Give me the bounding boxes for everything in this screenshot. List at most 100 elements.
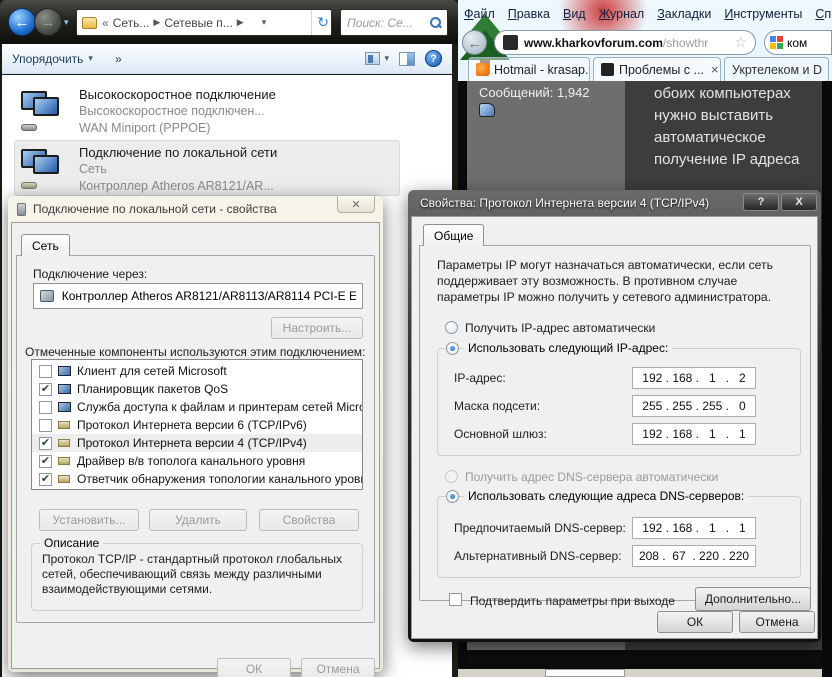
adapter-name: Контроллер Atheros AR8121/AR8113/AR8114 …	[61, 289, 356, 303]
explorer-address-bar[interactable]: « Сеть... ▶ Сетевые п... ▶ ▾ ↻	[76, 9, 332, 36]
component-row[interactable]: ✔ Планировщик пакетов QoS	[32, 380, 362, 398]
breadcrumb-network[interactable]: Сеть...	[113, 16, 150, 30]
tab-ukrtelecom[interactable]: Укртелеком и D	[724, 57, 829, 81]
protocol-icon	[58, 439, 70, 447]
history-dropdown-icon[interactable]: ▾	[64, 17, 69, 28]
component-row[interactable]: ✔ Ответчик обнаружения топологии канальн…	[32, 470, 362, 488]
tab-panel: Параметры IP могут назначаться автоматич…	[419, 245, 811, 611]
advanced-button[interactable]: Дополнительно...	[695, 587, 811, 611]
component-row[interactable]: Протокол Интернета версии 6 (TCP/IPv6)	[32, 416, 362, 434]
dns1-input[interactable]: 192 . 168 . 1 . 1	[632, 517, 756, 539]
checkbox[interactable]: ✔	[39, 436, 52, 450]
breadcrumb-connections[interactable]: Сетевые п...	[164, 16, 232, 30]
modem-icon	[21, 124, 37, 131]
components-list[interactable]: Клиент для сетей Microsoft ✔ Планировщик…	[31, 359, 363, 490]
radio-auto-dns-label[interactable]: Получить адрес DNS-сервера автоматически	[465, 470, 718, 484]
tab-hotmail[interactable]: Hotmail - krasap...	[468, 57, 590, 81]
protocol-icon	[58, 421, 70, 429]
browser-search-box[interactable]: ком	[764, 30, 832, 55]
connection-device: WAN Miniport (PPPOE)	[79, 121, 211, 135]
close-button[interactable]: ✕	[337, 196, 375, 213]
forum-post-text: обоих компьютерах нужно выставить автома…	[654, 85, 800, 168]
component-row[interactable]: Клиент для сетей Microsoft	[32, 362, 362, 380]
mask-input[interactable]: 255 . 255 . 255 . 0	[632, 395, 756, 417]
menu-view[interactable]: Вид	[563, 7, 586, 27]
radio-auto-dns[interactable]	[445, 470, 458, 483]
browser-url-bar[interactable]: www.kharkovforum.com /showthr ☆	[494, 30, 756, 55]
static-ip-group: Использовать следующий IP-адрес: IP-адре…	[437, 341, 801, 456]
uninstall-button[interactable]: Удалить	[149, 509, 247, 531]
radio-auto-ip-label[interactable]: Получить IP-адрес автоматически	[465, 321, 655, 335]
explorer-back-button[interactable]: ←	[8, 8, 36, 36]
checkbox[interactable]: ✔	[39, 382, 52, 396]
connection-title: Высокоскоростное подключение	[79, 87, 276, 102]
protocol-icon	[58, 457, 70, 465]
messages-count: Сообщений: 1,942	[479, 85, 590, 100]
component-row[interactable]: Служба доступа к файлам и принтерам сете…	[32, 398, 362, 416]
validate-checkbox-label[interactable]: Подтвердить параметры при выходе	[470, 594, 675, 608]
gateway-input[interactable]: 192 . 168 . 1 . 1	[632, 423, 756, 445]
help-button[interactable]: ?	[743, 193, 779, 211]
page-bottom-input[interactable]	[545, 669, 625, 677]
ok-button[interactable]: ОК	[217, 658, 291, 677]
bookmark-star-icon[interactable]: ☆	[734, 34, 747, 51]
dns2-input[interactable]: 208 . 67 . 220 . 220	[632, 545, 756, 567]
address-dropdown-icon[interactable]: ▾	[262, 17, 267, 28]
client-icon	[58, 366, 71, 376]
tab-network[interactable]: Сеть	[21, 234, 70, 256]
cancel-button[interactable]: Отмена	[739, 611, 815, 633]
install-button[interactable]: Установить...	[39, 509, 139, 531]
radio-auto-ip[interactable]	[445, 321, 458, 334]
menu-tools[interactable]: Инструменты	[724, 7, 802, 27]
dns2-label: Альтернативный DNS-сервер:	[454, 549, 622, 563]
ok-button[interactable]: ОК	[657, 611, 733, 633]
menu-help[interactable]: Справ	[815, 7, 832, 27]
description-text: Протокол TCP/IP - стандартный протокол г…	[42, 552, 342, 596]
checkbox[interactable]	[39, 400, 52, 414]
properties-button[interactable]: Свойства	[259, 509, 359, 531]
breadcrumb-arrow-icon[interactable]: ▶	[237, 17, 244, 28]
explorer-search-input[interactable]: Поиск: Се...	[340, 9, 448, 36]
menu-bookmarks[interactable]: Закладки	[657, 7, 711, 27]
gateway-label: Основной шлюз:	[454, 427, 547, 441]
close-button[interactable]: X	[781, 193, 817, 211]
preview-pane-button[interactable]	[399, 51, 415, 66]
checkbox[interactable]	[39, 364, 52, 378]
component-row[interactable]: ✔ Драйвер в/в тополога канального уровня	[32, 452, 362, 470]
dialog-body: Общие Параметры IP могут назначаться авт…	[411, 216, 818, 639]
toolbar-overflow-button[interactable]: »	[115, 52, 122, 66]
radio-static-ip-label[interactable]: Использовать следующий IP-адрес:	[464, 341, 673, 355]
tab-close-icon[interactable]: ×	[711, 62, 719, 77]
forum-icon	[601, 63, 614, 76]
checkbox[interactable]: ✔	[39, 454, 52, 468]
checkbox[interactable]	[39, 418, 52, 432]
radio-static-ip[interactable]	[446, 342, 459, 355]
ip-input[interactable]: 192 . 168 . 1 . 2	[632, 367, 756, 389]
menu-file[interactable]: Файл	[464, 7, 495, 27]
radio-static-dns[interactable]	[446, 490, 459, 503]
list-item-lan[interactable]: Подключение по локальной сети Сеть Контр…	[14, 140, 400, 196]
change-view-button[interactable]: ▾	[365, 52, 389, 65]
url-path: /showthr	[662, 35, 709, 50]
browser-back-button[interactable]: ←	[462, 30, 487, 55]
organize-button[interactable]: Упорядочить	[12, 52, 83, 66]
menu-edit[interactable]: Правка	[508, 7, 550, 27]
checkbox[interactable]: ✔	[39, 472, 52, 486]
component-row-selected[interactable]: ✔ Протокол Интернета версии 4 (TCP/IPv4)	[32, 434, 362, 452]
tab-problems[interactable]: Проблемы с ... ×	[593, 57, 721, 81]
explorer-forward-button[interactable]: →	[34, 8, 62, 36]
refresh-icon[interactable]: ↻	[311, 10, 329, 35]
folder-icon	[82, 16, 97, 29]
breadcrumb-arrow-icon[interactable]: ▶	[153, 17, 160, 28]
cancel-button[interactable]: Отмена	[301, 658, 375, 677]
mask-label: Маска подсети:	[454, 399, 541, 413]
tab-general[interactable]: Общие	[423, 224, 485, 246]
component-label: Планировщик пакетов QoS	[77, 382, 229, 396]
configure-button[interactable]: Настроить...	[271, 317, 363, 339]
menu-history[interactable]: Журнал	[599, 7, 645, 27]
validate-checkbox[interactable]	[449, 593, 462, 606]
help-button[interactable]: ?	[425, 50, 442, 67]
radio-static-dns-label[interactable]: Использовать следующие адреса DNS-сервер…	[464, 489, 749, 503]
list-item-pppoe[interactable]: Высокоскоростное подключение Высокоскоро…	[14, 82, 400, 138]
protocol-icon	[58, 475, 70, 483]
